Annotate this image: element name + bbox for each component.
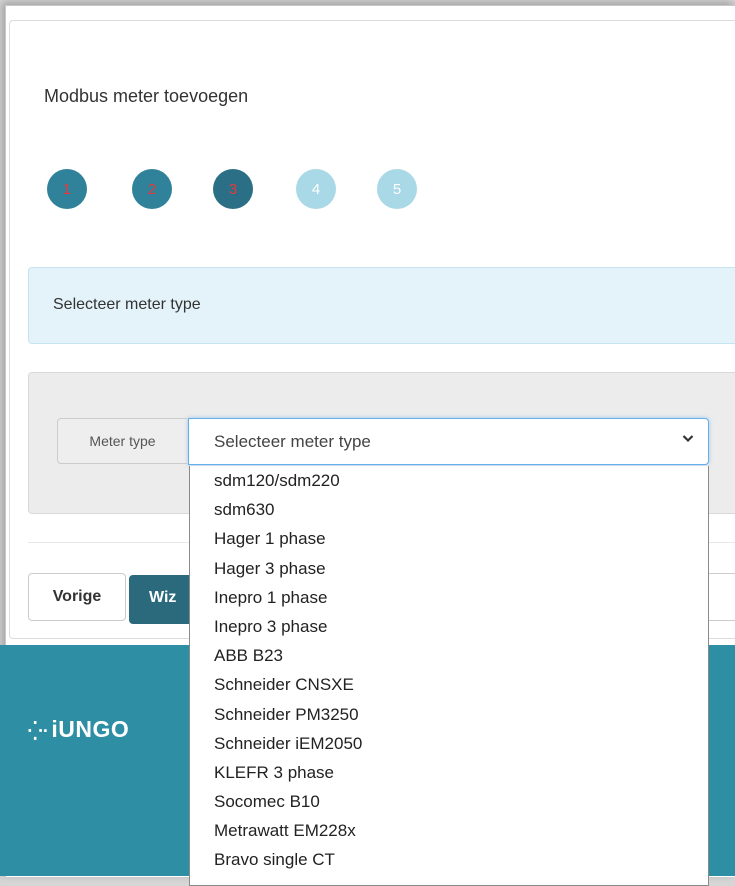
step-3[interactable]: 3: [213, 169, 253, 209]
chevron-down-icon: [682, 431, 694, 447]
option-inepro-3-phase[interactable]: Inepro 3 phase: [190, 612, 708, 641]
meter-type-select[interactable]: Selecteer meter type: [188, 418, 709, 465]
option-sdm630[interactable]: sdm630: [190, 495, 708, 524]
option-schneider-iem2050[interactable]: Schneider iEM2050: [190, 729, 708, 758]
option-klefr-3-phase[interactable]: KLEFR 3 phase: [190, 758, 708, 787]
option-inepro-1-phase[interactable]: Inepro 1 phase: [190, 583, 708, 612]
option-sdm120-sdm220[interactable]: sdm120/sdm220: [190, 466, 708, 495]
step-5: 5: [377, 169, 417, 209]
step-1[interactable]: 1: [47, 169, 87, 209]
meter-type-selected-value: Selecteer meter type: [214, 432, 371, 451]
previous-button[interactable]: Vorige: [28, 573, 126, 621]
page-title: Modbus meter toevoegen: [44, 86, 249, 106]
option-schneider-pm3250[interactable]: Schneider PM3250: [190, 700, 708, 729]
option-abb-b23[interactable]: ABB B23: [190, 641, 708, 670]
step-2[interactable]: 2: [132, 169, 172, 209]
option-socomec-b10[interactable]: Socomec B10: [190, 787, 708, 816]
option-schneider-cnsxe[interactable]: Schneider CNSXE: [190, 670, 708, 699]
logo-text: iUNGO: [51, 716, 130, 742]
iungo-logo: ⁛·iUNGO: [28, 716, 129, 743]
option-bravo-single-ct[interactable]: Bravo single CT: [190, 845, 708, 874]
logo-mark-icon: ⁛·: [28, 721, 50, 741]
info-message: Selecteer meter type: [53, 296, 201, 313]
meter-type-dropdown-list[interactable]: sdm120/sdm220 sdm630 Hager 1 phase Hager…: [189, 466, 709, 886]
info-alert: Selecteer meter type: [28, 267, 735, 344]
option-metrawatt-em228x[interactable]: Metrawatt EM228x: [190, 816, 708, 845]
meter-type-label: Meter type: [57, 418, 187, 464]
step-4: 4: [296, 169, 336, 209]
option-hager-1-phase[interactable]: Hager 1 phase: [190, 524, 708, 553]
option-hager-3-phase[interactable]: Hager 3 phase: [190, 554, 708, 583]
